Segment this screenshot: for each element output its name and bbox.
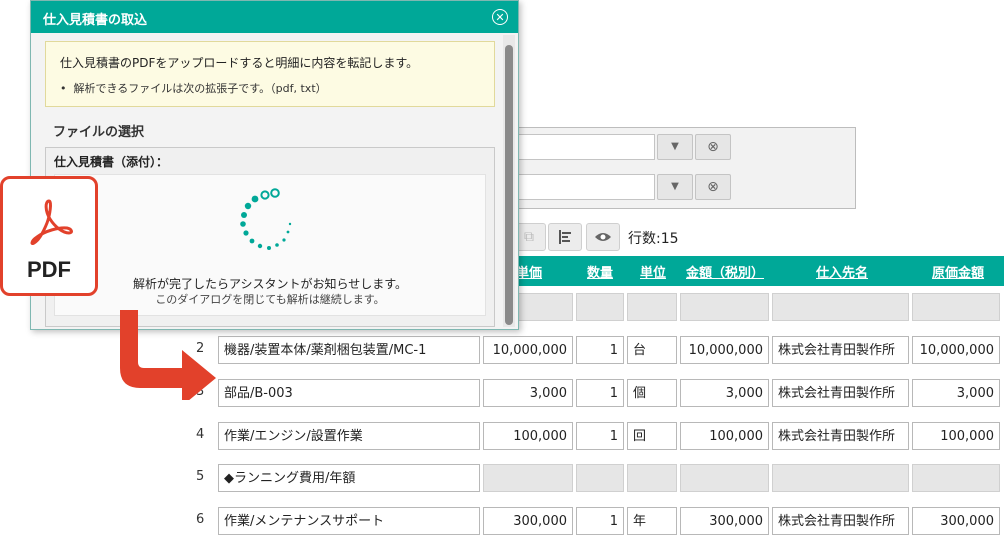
- header-unit-price[interactable]: 単価: [516, 262, 542, 281]
- supplier-cell: [772, 464, 909, 492]
- row-number: 4: [196, 427, 205, 442]
- clear-button-1[interactable]: ⊗: [695, 134, 731, 160]
- loading-spinner-icon: [240, 188, 292, 250]
- notice-box: 仕入見積書のPDFをアップロードすると明細に内容を転記します。 • 解析できるフ…: [45, 41, 495, 107]
- grid-cell: [627, 293, 677, 321]
- acrobat-logo-icon: [30, 199, 73, 245]
- chevron-down-icon: ▼: [671, 141, 679, 152]
- unit-cell: [627, 464, 677, 492]
- item-cell[interactable]: 作業/メンテナンスサポート: [218, 507, 480, 535]
- unit-price-cell[interactable]: 3,000: [483, 379, 573, 407]
- filter-input-2[interactable]: [501, 174, 655, 200]
- grid-header: 単価 数量 単位 金額（税別） 仕入先名 原価金額: [500, 256, 1004, 286]
- dialog-title: 仕入見積書の取込: [43, 13, 148, 28]
- amount-cell[interactable]: 300,000: [680, 507, 769, 535]
- filter-row-1: ▼ ⊗: [501, 132, 855, 162]
- scrollbar-thumb[interactable]: [505, 45, 513, 325]
- cost-cell[interactable]: 100,000: [912, 422, 1000, 450]
- header-supplier[interactable]: 仕入先名: [816, 262, 868, 281]
- clear-icon: ⊗: [707, 179, 719, 195]
- dropdown-button-2[interactable]: ▼: [657, 174, 693, 200]
- cost-cell[interactable]: 10,000,000: [912, 336, 1000, 364]
- qty-cell: [576, 464, 624, 492]
- row-number: 6: [196, 512, 205, 527]
- import-dialog: 仕入見積書の取込 ✕ 仕入見積書のPDFをアップロードすると明細に内容を転記しま…: [30, 0, 519, 330]
- qty-cell[interactable]: 1: [576, 507, 624, 535]
- attachment-box: 仕入見積書（添付）： 解析が完了したらアシスタントがお知らせします。 このダイア…: [45, 147, 495, 327]
- supplier-cell[interactable]: 株式会社青田製作所: [772, 336, 909, 364]
- amount-cell: [680, 464, 769, 492]
- pdf-file-card: PDF: [0, 176, 98, 296]
- cost-cell: [912, 464, 1000, 492]
- align-icon: [559, 230, 571, 244]
- dialog-titlebar: 仕入見積書の取込 ✕: [31, 1, 518, 33]
- status-submessage: このダイアログを閉じても解析は継続します。: [155, 293, 385, 306]
- unit-cell[interactable]: 個: [627, 379, 677, 407]
- unit-price-cell[interactable]: 300,000: [483, 507, 573, 535]
- row-number: 5: [196, 469, 205, 484]
- preview-button[interactable]: [586, 223, 620, 251]
- unit-price-cell: [483, 464, 573, 492]
- upload-area[interactable]: 解析が完了したらアシスタントがお知らせします。 このダイアログを閉じても解析は継…: [54, 174, 486, 316]
- filter-row-2: ▼ ⊗: [501, 172, 855, 202]
- unit-cell[interactable]: 台: [627, 336, 677, 364]
- unit-price-cell[interactable]: 10,000,000: [483, 336, 573, 364]
- notice-bullet-text: 解析できるファイルは次の拡張子です。（pdf, txt）: [73, 82, 327, 95]
- pdf-label: PDF: [27, 257, 71, 282]
- supplier-cell[interactable]: 株式会社青田製作所: [772, 379, 909, 407]
- clear-button-2[interactable]: ⊗: [695, 174, 731, 200]
- section-title: ファイルの選択: [53, 125, 145, 140]
- amount-cell[interactable]: 10,000,000: [680, 336, 769, 364]
- scrollbar[interactable]: [503, 35, 515, 327]
- chevron-down-icon: ▼: [671, 181, 679, 192]
- filter-panel: ▼ ⊗ ▼ ⊗: [500, 127, 856, 209]
- copy-icon: ⧉: [524, 229, 534, 245]
- amount-cell[interactable]: 100,000: [680, 422, 769, 450]
- unit-price-cell[interactable]: 100,000: [483, 422, 573, 450]
- grid-cell: [576, 293, 624, 321]
- item-cell[interactable]: 部品/B-003: [218, 379, 480, 407]
- header-unit[interactable]: 単位: [640, 262, 666, 281]
- supplier-cell[interactable]: 株式会社青田製作所: [772, 422, 909, 450]
- header-qty[interactable]: 数量: [587, 262, 613, 281]
- notice-bullet: • 解析できるファイルは次の拡張子です。（pdf, txt）: [60, 82, 327, 95]
- filter-input-1[interactable]: [501, 134, 655, 160]
- attachment-label: 仕入見積書（添付）：: [54, 155, 169, 169]
- item-cell[interactable]: ◆ランニング費用/年額: [218, 464, 480, 492]
- eye-icon: [595, 233, 611, 241]
- clear-icon: ⊗: [707, 139, 719, 155]
- qty-cell[interactable]: 1: [576, 379, 624, 407]
- qty-cell[interactable]: 1: [576, 422, 624, 450]
- grid-cell: [772, 293, 909, 321]
- header-amount[interactable]: 金額（税別）: [686, 262, 764, 281]
- grid-cell: [912, 293, 1000, 321]
- close-icon[interactable]: ✕: [492, 9, 508, 25]
- notice-text: 仕入見積書のPDFをアップロードすると明細に内容を転記します。: [60, 56, 419, 70]
- amount-cell[interactable]: 3,000: [680, 379, 769, 407]
- align-button[interactable]: [548, 223, 582, 251]
- header-cost[interactable]: 原価金額: [932, 262, 984, 281]
- unit-cell[interactable]: 年: [627, 507, 677, 535]
- grid-cell: [680, 293, 769, 321]
- dropdown-button-1[interactable]: ▼: [657, 134, 693, 160]
- row-count: 行数:15: [628, 231, 679, 247]
- supplier-cell[interactable]: 株式会社青田製作所: [772, 507, 909, 535]
- unit-cell[interactable]: 回: [627, 422, 677, 450]
- item-cell[interactable]: 機器/装置本体/薬剤梱包装置/MC-1: [218, 336, 480, 364]
- item-cell[interactable]: 作業/エンジン/設置作業: [218, 422, 480, 450]
- cost-cell[interactable]: 300,000: [912, 507, 1000, 535]
- cost-cell[interactable]: 3,000: [912, 379, 1000, 407]
- qty-cell[interactable]: 1: [576, 336, 624, 364]
- status-message: 解析が完了したらアシスタントがお知らせします。: [132, 277, 408, 291]
- flow-arrow-icon: [120, 310, 216, 400]
